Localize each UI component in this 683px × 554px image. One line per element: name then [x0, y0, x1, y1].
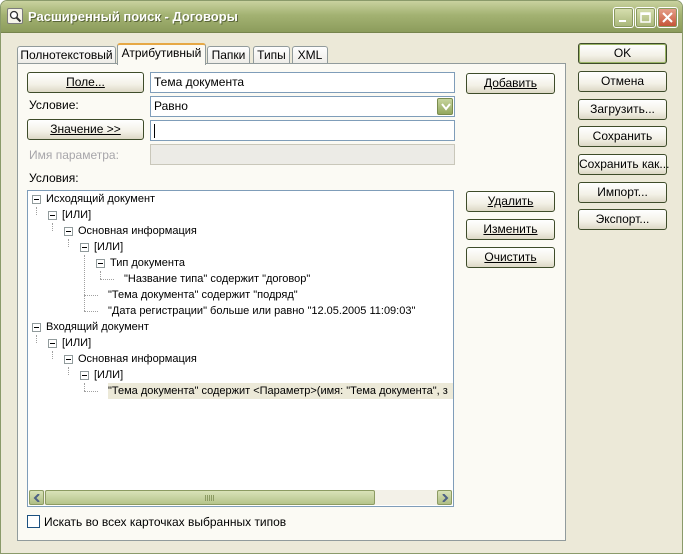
- add-button[interactable]: Добавить: [466, 73, 555, 94]
- tree-connector: [84, 383, 85, 391]
- condition-select-value: Равно: [154, 99, 188, 113]
- chevron-down-icon[interactable]: [437, 98, 453, 115]
- collapse-icon[interactable]: [80, 371, 89, 380]
- tree-connector: [100, 279, 114, 280]
- param-name-label: Имя параметра:: [29, 148, 119, 162]
- field-input[interactable]: Тема документа: [150, 72, 455, 93]
- tree-connector: [68, 367, 69, 375]
- minimize-button[interactable]: [613, 7, 634, 28]
- save-as-button[interactable]: Сохранить как...: [578, 154, 669, 175]
- conditions-tree[interactable]: Исходящий документ [ИЛИ] Основная информ…: [27, 190, 454, 507]
- collapse-icon[interactable]: [32, 323, 41, 332]
- change-button-label: Изменить: [483, 222, 538, 236]
- change-button[interactable]: Изменить: [466, 219, 555, 240]
- window-title: Расширенный поиск - Договоры: [28, 9, 238, 24]
- arrow-right-icon: [442, 494, 449, 502]
- scroll-thumb[interactable]: [45, 490, 375, 505]
- collapse-icon[interactable]: [48, 211, 57, 220]
- maximize-icon: [640, 12, 651, 23]
- tree-item[interactable]: Исходящий документ: [46, 191, 155, 207]
- tree-item[interactable]: "Тема документа" содержит "подряд": [108, 287, 298, 303]
- horizontal-scrollbar[interactable]: [29, 490, 452, 505]
- condition-label: Условие:: [29, 98, 79, 112]
- tab-attributive[interactable]: Атрибутивный: [117, 43, 206, 65]
- tree-connector: [52, 223, 53, 231]
- tab-folders[interactable]: Папки: [207, 46, 250, 64]
- collapse-icon[interactable]: [96, 259, 105, 268]
- collapse-icon[interactable]: [32, 195, 41, 204]
- collapse-icon[interactable]: [80, 243, 89, 252]
- minimize-icon: [619, 20, 626, 22]
- grip-icon: [205, 495, 215, 501]
- tree-item[interactable]: "Дата регистрации" больше или равно "12.…: [108, 303, 415, 319]
- tab-fulltext[interactable]: Полнотекстовый: [17, 46, 116, 64]
- tree-connector: [52, 351, 53, 359]
- tree-item[interactable]: Тип документа: [110, 255, 185, 271]
- cancel-button[interactable]: Отмена: [578, 71, 667, 92]
- tree-item[interactable]: Входящий документ: [46, 319, 149, 335]
- scroll-right-button[interactable]: [437, 490, 452, 505]
- tree-item-selected[interactable]: "Тема документа" содержит <Параметр>(имя…: [108, 383, 453, 399]
- field-button[interactable]: Поле...: [27, 72, 144, 93]
- tree-item[interactable]: Основная информация: [78, 351, 197, 367]
- tree-connector: [84, 255, 85, 311]
- value-button-label: Значение >>: [50, 122, 121, 136]
- tree-item[interactable]: [ИЛИ]: [62, 335, 91, 351]
- tree-item[interactable]: Основная информация: [78, 223, 197, 239]
- tree-item[interactable]: [ИЛИ]: [62, 207, 91, 223]
- search-all-cards-label[interactable]: Искать во всех карточках выбранных типов: [44, 515, 286, 529]
- load-button[interactable]: Загрузить...: [578, 99, 667, 120]
- maximize-button[interactable]: [635, 7, 656, 28]
- clear-button-label: Очистить: [484, 250, 537, 264]
- conditions-label: Условия:: [29, 171, 79, 185]
- tab-xml[interactable]: XML: [292, 46, 328, 64]
- collapse-icon[interactable]: [48, 339, 57, 348]
- collapse-icon[interactable]: [64, 355, 73, 364]
- collapse-icon[interactable]: [64, 227, 73, 236]
- search-icon: [7, 8, 23, 24]
- tree-connector: [100, 271, 101, 279]
- tree-connector: [84, 391, 98, 392]
- add-button-label: Добавить: [483, 76, 538, 90]
- import-button[interactable]: Импорт...: [578, 182, 667, 203]
- tree-connector: [84, 311, 98, 312]
- value-button[interactable]: Значение >>: [27, 119, 144, 140]
- dialog-window: Расширенный поиск - Договоры Полнотексто…: [0, 0, 683, 554]
- search-all-cards-checkbox[interactable]: [27, 515, 40, 528]
- delete-button[interactable]: Удалить: [466, 191, 555, 212]
- value-input[interactable]: [150, 120, 455, 141]
- ok-button[interactable]: OK: [578, 43, 667, 64]
- tree-connector: [36, 335, 37, 343]
- export-button[interactable]: Экспорт...: [578, 209, 667, 230]
- title-bar[interactable]: Расширенный поиск - Договоры: [1, 1, 682, 33]
- arrow-left-icon: [33, 494, 40, 502]
- text-caret: [154, 123, 155, 138]
- tab-types[interactable]: Типы: [253, 46, 290, 64]
- close-icon: [662, 12, 673, 23]
- scroll-left-button[interactable]: [29, 490, 44, 505]
- tree-item[interactable]: [ИЛИ]: [94, 367, 123, 383]
- tree-connector: [36, 207, 37, 215]
- field-button-label: Поле...: [66, 75, 105, 89]
- tree-item[interactable]: [ИЛИ]: [94, 239, 123, 255]
- delete-button-label: Удалить: [487, 194, 534, 208]
- condition-select[interactable]: Равно: [150, 96, 455, 117]
- clear-button[interactable]: Очистить: [466, 247, 555, 268]
- save-button[interactable]: Сохранить: [578, 126, 667, 147]
- close-button[interactable]: [657, 7, 678, 28]
- param-name-input: [150, 144, 455, 165]
- tree-item[interactable]: "Название типа" содержит "договор": [124, 271, 310, 287]
- tree-connector: [68, 239, 69, 247]
- tree-connector: [84, 295, 98, 296]
